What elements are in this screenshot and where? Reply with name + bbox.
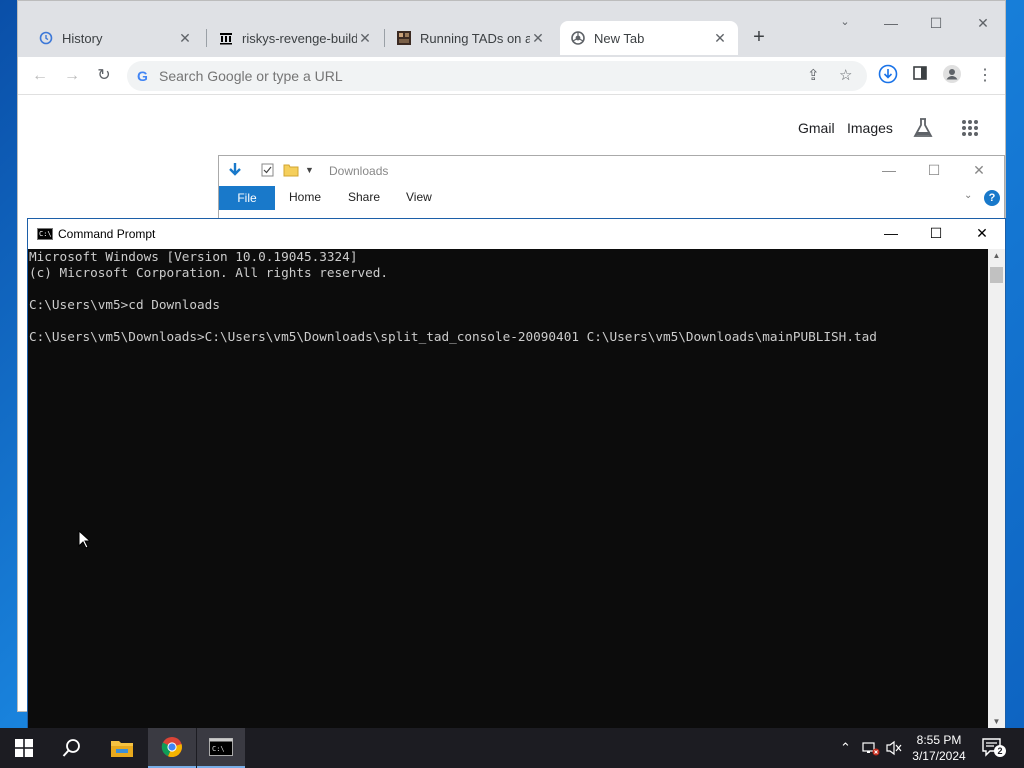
forward-arrow-icon[interactable]: → [60,64,84,88]
search-button[interactable] [48,728,96,768]
tab-title: Running TADs on a re [420,30,530,46]
download-arrow-icon [227,162,243,183]
ribbon-tab-home[interactable]: Home [289,190,321,204]
cmd-maximize-button[interactable]: ☐ [913,225,959,242]
profile-avatar-icon[interactable] [940,64,964,88]
tab-separator [206,29,207,47]
notification-center-button[interactable]: 2 [982,738,1006,763]
command-prompt-window: C:\ Command Prompt — ☐ ✕ Microsoft Windo… [27,218,1006,729]
mouse-cursor-icon [78,529,92,554]
terminal-icon: C:\ [209,738,233,756]
folder-icon[interactable] [283,163,299,182]
tab-history[interactable]: History ✕ [28,21,203,55]
notification-badge: 2 [994,745,1006,757]
cmd-close-button[interactable]: ✕ [959,225,1005,242]
bookmark-star-icon[interactable]: ☆ [839,66,852,84]
ribbon-tab-share[interactable]: Share [348,190,380,204]
chrome-icon [570,30,586,46]
file-explorer-taskbar-button[interactable] [98,728,146,768]
explorer-ribbon: File Home Share View ⌄ ? [219,186,1004,210]
tab-search-icon[interactable]: ⌄ [830,15,860,28]
apps-grid-icon[interactable] [961,119,979,142]
labs-flask-icon[interactable] [912,117,934,144]
console-line: C:\Users\vm5>cd Downloads [29,297,220,312]
tab-title: New Tab [594,30,645,46]
clock-time: 8:55 PM [916,733,962,747]
console-output[interactable]: Microsoft Windows [Version 10.0.19045.33… [28,249,988,728]
ribbon-expand-chevron-icon[interactable]: ⌄ [964,190,972,201]
new-tab-button[interactable]: + [749,26,769,49]
command-prompt-taskbar-button[interactable]: C:\ [197,728,245,768]
network-icon[interactable] [862,740,880,759]
console-line: (c) Microsoft Corporation. All rights re… [29,265,389,280]
tab-running-tads[interactable]: Running TADs on a re ✕ [386,21,556,55]
maximize-button[interactable]: ☐ [921,15,951,32]
tab-new-tab[interactable]: New Tab ✕ [560,21,738,55]
tab-title: riskys-revenge-builds [242,30,357,46]
quick-access-dropdown-icon[interactable]: ▼ [305,165,314,175]
tab-title: History [62,30,103,46]
omnibox[interactable]: G ⇪ ☆ [127,61,867,91]
explorer-title-bar: ▼ Downloads — ☐ ✕ [219,156,1004,186]
minimize-button[interactable]: — [876,15,906,31]
cmd-app-icon: C:\ [37,228,53,240]
tab-strip: History ✕ riskys-revenge-builds ✕ Runnin… [18,1,1005,57]
gmail-link[interactable]: Gmail [798,120,835,136]
volume-muted-icon[interactable] [885,740,903,759]
search-icon [62,739,80,757]
explorer-minimize-button[interactable]: — [874,162,904,178]
side-panel-icon[interactable] [908,64,932,88]
help-icon[interactable]: ? [984,190,1000,206]
scroll-up-arrow-icon[interactable]: ▲ [988,251,1005,260]
explorer-title: Downloads [329,164,389,178]
taskbar: C:\ ⌃ 8:55 PM 3/17/2024 2 [0,728,1024,768]
explorer-close-button[interactable]: ✕ [964,162,994,179]
chrome-taskbar-button[interactable] [148,728,196,768]
console-scrollbar[interactable]: ▲ ▼ [988,249,1005,728]
reload-icon[interactable]: ↻ [92,64,116,88]
tab-riskys-revenge[interactable]: riskys-revenge-builds ✕ [208,21,383,55]
images-link[interactable]: Images [847,120,893,136]
download-icon[interactable] [876,64,900,88]
scroll-down-arrow-icon[interactable]: ▼ [988,717,1005,726]
file-explorer-icon [111,741,133,757]
chrome-logo-icon [161,737,182,758]
ribbon-tab-file[interactable]: File [219,186,275,210]
omnibox-input[interactable] [159,66,759,86]
browser-toolbar: ← → ↻ G ⇪ ☆ ⋮ [18,57,1005,95]
svg-text:C:\: C:\ [212,745,225,753]
share-icon[interactable]: ⇪ [807,66,820,84]
close-tab-icon[interactable]: ✕ [177,30,193,47]
close-tab-icon[interactable]: ✕ [357,30,373,47]
ribbon-tab-view[interactable]: View [406,190,432,204]
start-button[interactable] [0,728,48,768]
windows-logo-icon [15,739,33,757]
tab-separator [384,29,385,47]
cmd-title: Command Prompt [58,227,156,241]
system-clock[interactable]: 8:55 PM 3/17/2024 [905,732,973,764]
console-line: Microsoft Windows [Version 10.0.19045.33… [29,249,358,264]
properties-icon[interactable] [261,163,274,182]
cmd-title-bar: C:\ Command Prompt — ☐ ✕ [28,219,1005,249]
clock-date: 3/17/2024 [912,749,966,763]
console-line: C:\Users\vm5\Downloads>C:\Users\vm5\Down… [29,329,877,344]
back-arrow-icon[interactable]: ← [28,64,52,88]
explorer-maximize-button[interactable]: ☐ [919,162,949,179]
menu-dots-icon[interactable]: ⋮ [973,64,997,88]
page-thumbnail-icon [396,30,412,46]
google-g-icon: G [137,68,148,84]
close-tab-icon[interactable]: ✕ [530,30,546,47]
cmd-minimize-button[interactable]: — [868,225,914,241]
history-icon [38,30,54,46]
scrollbar-thumb[interactable] [990,267,1003,283]
archive-icon [218,30,234,46]
close-button[interactable]: ✕ [968,15,998,32]
tray-expand-chevron-icon[interactable]: ⌃ [840,740,851,756]
close-tab-icon[interactable]: ✕ [712,30,728,47]
